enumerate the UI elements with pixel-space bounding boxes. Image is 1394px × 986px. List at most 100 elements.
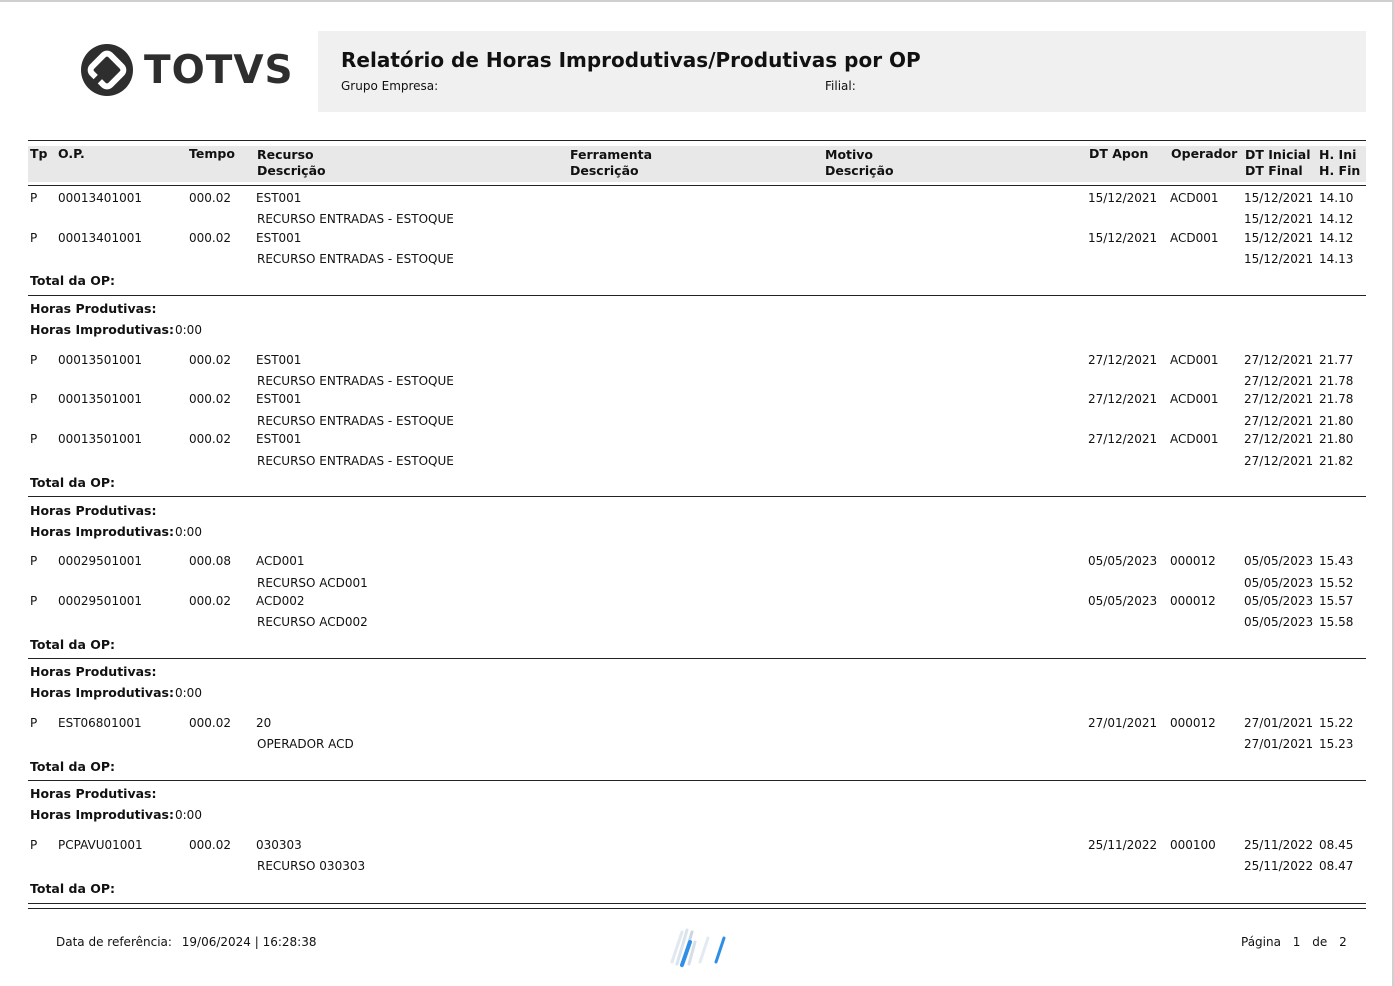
cell-dt-inicial: 05/05/2023 (1244, 554, 1314, 568)
horas-produtivas-label: Horas Produtivas: (30, 664, 157, 679)
cell-dt-final: 27/01/2021 (1244, 737, 1314, 751)
reference-date-label: Data de referência: (56, 935, 172, 949)
cell-tempo: 000.08 (189, 554, 231, 568)
horas-improdutivas-value: 0:00 (175, 525, 202, 539)
cell-op: 00013501001 (58, 353, 142, 367)
cell-recurso: EST001 (256, 392, 302, 406)
cell-dt-final: 25/11/2022 (1244, 859, 1314, 873)
cell-dt-final: 27/12/2021 (1244, 454, 1314, 468)
col-ferramenta-descricao: Descrição (570, 163, 639, 178)
col-h-fin: H. Fin (1319, 163, 1361, 178)
col-motivo-descricao: Descrição (825, 163, 894, 178)
column-header: Tp O.P. Tempo Recurso Descrição Ferramen… (28, 146, 1366, 182)
loading-spinner-icon (670, 928, 726, 968)
page-indicator: Página 1 de 2 (1241, 935, 1347, 949)
col-dt-apon: DT Apon (1089, 146, 1149, 161)
cell-recurso: EST001 (256, 432, 302, 446)
cell-tp: P (30, 554, 38, 568)
cell-dt-final: 27/12/2021 (1244, 374, 1314, 388)
cell-descricao: RECURSO ACD001 (257, 576, 368, 590)
cell-dt-inicial: 15/12/2021 (1244, 191, 1314, 205)
horas-improdutivas-label: Horas Improdutivas: (30, 524, 174, 539)
horas-improdutivas-value: 0:00 (175, 686, 202, 700)
cell-dt-inicial: 27/12/2021 (1244, 432, 1314, 446)
horas-improdutivas-label: Horas Improdutivas: (30, 807, 174, 822)
col-ferramenta: Ferramenta (570, 147, 653, 162)
cell-descricao: RECURSO ACD002 (257, 615, 368, 629)
cell-op: 00029501001 (58, 594, 142, 608)
cell-dt-inicial: 27/12/2021 (1244, 392, 1314, 406)
cell-dt-apon: 27/12/2021 (1088, 392, 1158, 406)
cell-h-fin: 21.78 (1319, 374, 1354, 388)
total-op-label: Total da OP: (30, 475, 116, 490)
cell-descricao: RECURSO ENTRADAS - ESTOQUE (257, 414, 454, 428)
cell-h-ini: 15.57 (1319, 594, 1354, 608)
totvs-logo-icon (81, 44, 133, 96)
cell-operador: ACD001 (1170, 353, 1219, 367)
total-op-label: Total da OP: (30, 881, 116, 896)
cell-h-fin: 08.47 (1319, 859, 1354, 873)
group-separator (28, 780, 1366, 781)
reference-date-value: 19/06/2024 | 16:28:38 (181, 935, 317, 949)
bottom-rule-top (28, 903, 1366, 904)
header-top-rule (28, 140, 1366, 141)
cell-tp: P (30, 191, 38, 205)
report-title: Relatório de Horas Improdutivas/Produtiv… (341, 48, 921, 72)
cell-operador: 000012 (1170, 716, 1216, 730)
totvs-logo: TOTVS (80, 42, 294, 98)
cell-dt-final: 15/12/2021 (1244, 252, 1314, 266)
cell-tempo: 000.02 (189, 432, 231, 446)
col-tempo: Tempo (189, 146, 235, 161)
cell-dt-inicial: 27/01/2021 (1244, 716, 1314, 730)
cell-operador: ACD001 (1170, 231, 1219, 245)
cell-dt-apon: 27/01/2021 (1088, 716, 1158, 730)
bottom-rule-bottom (28, 908, 1366, 909)
cell-descricao: RECURSO 030303 (257, 859, 366, 873)
page-separator: de (1312, 935, 1328, 949)
cell-descricao: OPERADOR ACD (257, 737, 354, 751)
cell-recurso: 030303 (256, 838, 302, 852)
cell-recurso: EST001 (256, 231, 302, 245)
cell-op: 00013501001 (58, 432, 142, 446)
cell-operador: 000012 (1170, 554, 1216, 568)
cell-dt-inicial: 25/11/2022 (1244, 838, 1314, 852)
cell-dt-apon: 25/11/2022 (1088, 838, 1158, 852)
cell-dt-apon: 27/12/2021 (1088, 353, 1158, 367)
cell-dt-apon: 05/05/2023 (1088, 554, 1158, 568)
cell-h-fin: 15.23 (1319, 737, 1354, 751)
cell-operador: ACD001 (1170, 191, 1219, 205)
horas-improdutivas-label: Horas Improdutivas: (30, 322, 174, 337)
col-operador: Operador (1171, 146, 1238, 161)
cell-dt-final: 05/05/2023 (1244, 615, 1314, 629)
col-recurso-descricao: Descrição (257, 163, 326, 178)
group-separator (28, 295, 1366, 296)
cell-dt-final: 27/12/2021 (1244, 414, 1314, 428)
cell-op: EST06801001 (58, 716, 142, 730)
cell-h-fin: 21.82 (1319, 454, 1354, 468)
reference-date: Data de referência: 19/06/2024 | 16:28:3… (56, 935, 317, 949)
cell-operador: 000012 (1170, 594, 1216, 608)
cell-op: 00013501001 (58, 392, 142, 406)
header-bottom-rule (28, 185, 1366, 186)
cell-h-ini: 08.45 (1319, 838, 1354, 852)
cell-recurso: ACD002 (256, 594, 305, 608)
col-dt-inicial: DT Inicial (1245, 147, 1311, 162)
cell-dt-apon: 27/12/2021 (1088, 432, 1158, 446)
page-total: 2 (1339, 935, 1347, 949)
cell-h-ini: 14.10 (1319, 191, 1354, 205)
cell-descricao: RECURSO ENTRADAS - ESTOQUE (257, 212, 454, 226)
cell-op: 00013401001 (58, 231, 142, 245)
col-h-ini: H. Ini (1319, 147, 1357, 162)
cell-dt-apon: 15/12/2021 (1088, 191, 1158, 205)
cell-tp: P (30, 392, 38, 406)
page-current: 1 (1292, 935, 1301, 949)
horas-improdutivas-value: 0:00 (175, 323, 202, 337)
cell-h-fin: 15.58 (1319, 615, 1354, 629)
cell-dt-apon: 05/05/2023 (1088, 594, 1158, 608)
cell-descricao: RECURSO ENTRADAS - ESTOQUE (257, 374, 454, 388)
cell-tp: P (30, 432, 38, 446)
cell-dt-inicial: 27/12/2021 (1244, 353, 1314, 367)
cell-tempo: 000.02 (189, 392, 231, 406)
cell-tempo: 000.02 (189, 838, 231, 852)
branch-label: Filial: (825, 79, 856, 93)
